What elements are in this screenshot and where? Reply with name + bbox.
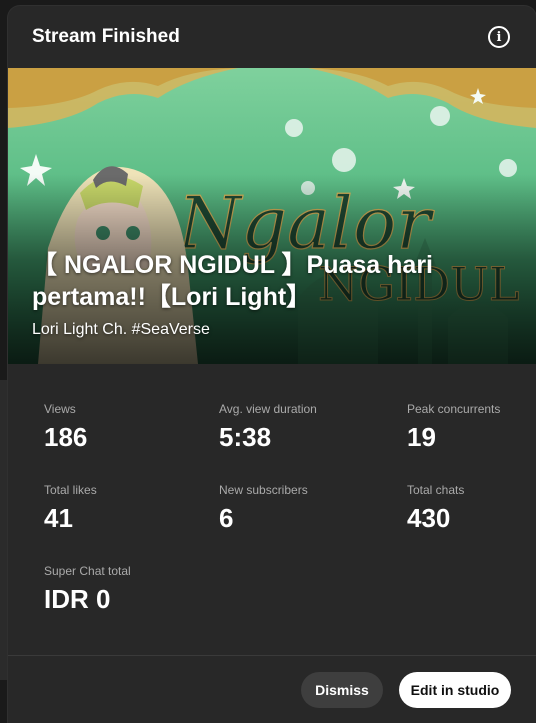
dialog-title: Stream Finished bbox=[32, 26, 180, 47]
stat-peak-concurrents: Peak concurrents 19 bbox=[407, 402, 536, 452]
stream-thumbnail: Ngalor NGIDUL 【 NGALOR NGIDUL 】Puasa har… bbox=[8, 68, 536, 364]
stat-label: Avg. view duration bbox=[219, 402, 317, 416]
dismiss-button[interactable]: Dismiss bbox=[301, 672, 383, 708]
stat-total-chats: Total chats 430 bbox=[407, 483, 536, 533]
stat-value: 6 bbox=[219, 503, 234, 533]
stat-value: IDR 0 bbox=[44, 584, 111, 614]
stat-super-chat-total: Super Chat total IDR 0 bbox=[44, 564, 214, 614]
footer-divider bbox=[8, 655, 536, 656]
channel-name: Lori Light Ch. #SeaVerse bbox=[32, 321, 210, 338]
stat-total-likes: Total likes 41 bbox=[44, 483, 214, 533]
stat-label: Peak concurrents bbox=[407, 402, 501, 416]
stat-value: 19 bbox=[407, 422, 436, 452]
stat-label: Super Chat total bbox=[44, 564, 131, 578]
background-page-edge bbox=[0, 380, 8, 680]
stat-label: Views bbox=[44, 402, 76, 416]
stat-value: 186 bbox=[44, 422, 88, 452]
stat-label: Total chats bbox=[407, 483, 465, 497]
stat-new-subscribers: New subscribers 6 bbox=[219, 483, 389, 533]
stat-label: Total likes bbox=[44, 483, 97, 497]
info-icon[interactable]: i bbox=[488, 26, 510, 48]
stat-value: 41 bbox=[44, 503, 73, 533]
stat-value: 430 bbox=[407, 503, 451, 533]
stat-views: Views 186 bbox=[44, 402, 214, 452]
video-title: 【 NGALOR NGIDUL 】Puasa hari pertama!!【Lo… bbox=[32, 251, 433, 311]
edit-in-studio-button[interactable]: Edit in studio bbox=[399, 672, 511, 708]
dialog-header: Stream Finished i bbox=[8, 6, 536, 68]
stat-label: New subscribers bbox=[219, 483, 308, 497]
stat-avg-view-duration: Avg. view duration 5:38 bbox=[219, 402, 389, 452]
stat-value: 5:38 bbox=[219, 422, 272, 452]
stream-finished-dialog: Stream Finished i 【 NGALOR NGIDUL 】Puasa… bbox=[8, 6, 536, 723]
